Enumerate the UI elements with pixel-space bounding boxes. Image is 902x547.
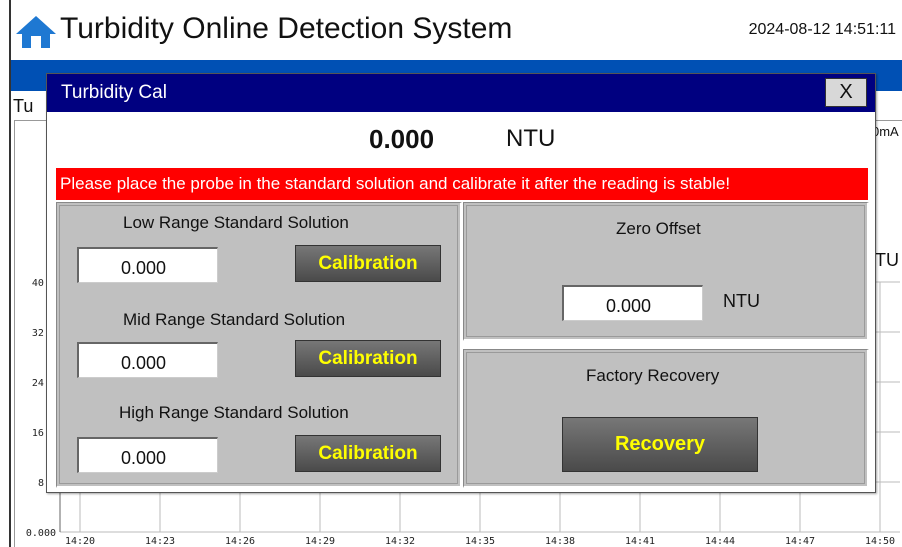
x-tick-label: 14:23 [145,536,175,547]
factory-recovery-label: Factory Recovery [586,366,720,385]
datetime-display: 2024-08-12 14:51:11 [748,21,896,38]
low-range-input[interactable]: 0.000 [77,247,218,283]
x-tick-label: 14:47 [785,536,815,547]
turbidity-cal-dialog: Turbidity Cal X 0.000 NTU Please place t… [46,73,876,493]
standard-solutions-panel: Low Range Standard Solution 0.000 Calibr… [56,202,462,488]
high-range-input[interactable]: 0.000 [77,437,218,473]
zero-offset-unit: NTU [723,291,760,311]
app-header: Turbidity Online Detection System 2024-0… [0,0,902,60]
zero-offset-panel: Zero Offset 0.000 NTU [463,202,869,341]
warning-banner: Please place the probe in the standard s… [56,168,868,200]
mid-range-label: Mid Range Standard Solution [123,310,346,329]
current-reading-value: 0.000 [369,124,435,154]
low-range-label: Low Range Standard Solution [123,213,349,232]
y-tick-label: 0.000 [26,528,56,539]
background-unit-ma: 0mA [872,124,899,139]
app-title: Turbidity Online Detection System [60,12,513,45]
recovery-button[interactable]: Recovery [562,417,758,472]
background-unit-ntu: TU [875,250,899,270]
high-range-label: High Range Standard Solution [119,403,349,422]
x-tick-label: 14:29 [305,536,335,547]
background-tab-label: Tu [13,96,34,116]
close-button[interactable]: X [825,78,867,107]
x-tick-label: 14:20 [65,536,95,547]
x-tick-label: 14:26 [225,536,255,547]
dialog-title: Turbidity Cal [61,82,167,103]
zero-offset-input[interactable]: 0.000 [562,285,703,321]
high-range-calibration-button[interactable]: Calibration [295,435,441,472]
low-range-calibration-button[interactable]: Calibration [295,245,441,282]
zero-offset-label: Zero Offset [616,219,701,238]
factory-recovery-panel: Factory Recovery Recovery [463,349,869,488]
x-tick-label: 14:44 [705,536,735,547]
x-tick-label: 14:38 [545,536,575,547]
x-tick-label: 14:35 [465,536,495,547]
mid-range-calibration-button[interactable]: Calibration [295,340,441,377]
dialog-titlebar[interactable]: Turbidity Cal X [47,74,875,112]
x-tick-label: 14:32 [385,536,415,547]
x-tick-label: 14:41 [625,536,655,547]
x-tick-label: 14:50 [865,536,895,547]
home-icon[interactable] [14,14,58,50]
current-reading-unit: NTU [506,125,556,152]
mid-range-input[interactable]: 0.000 [77,342,218,378]
